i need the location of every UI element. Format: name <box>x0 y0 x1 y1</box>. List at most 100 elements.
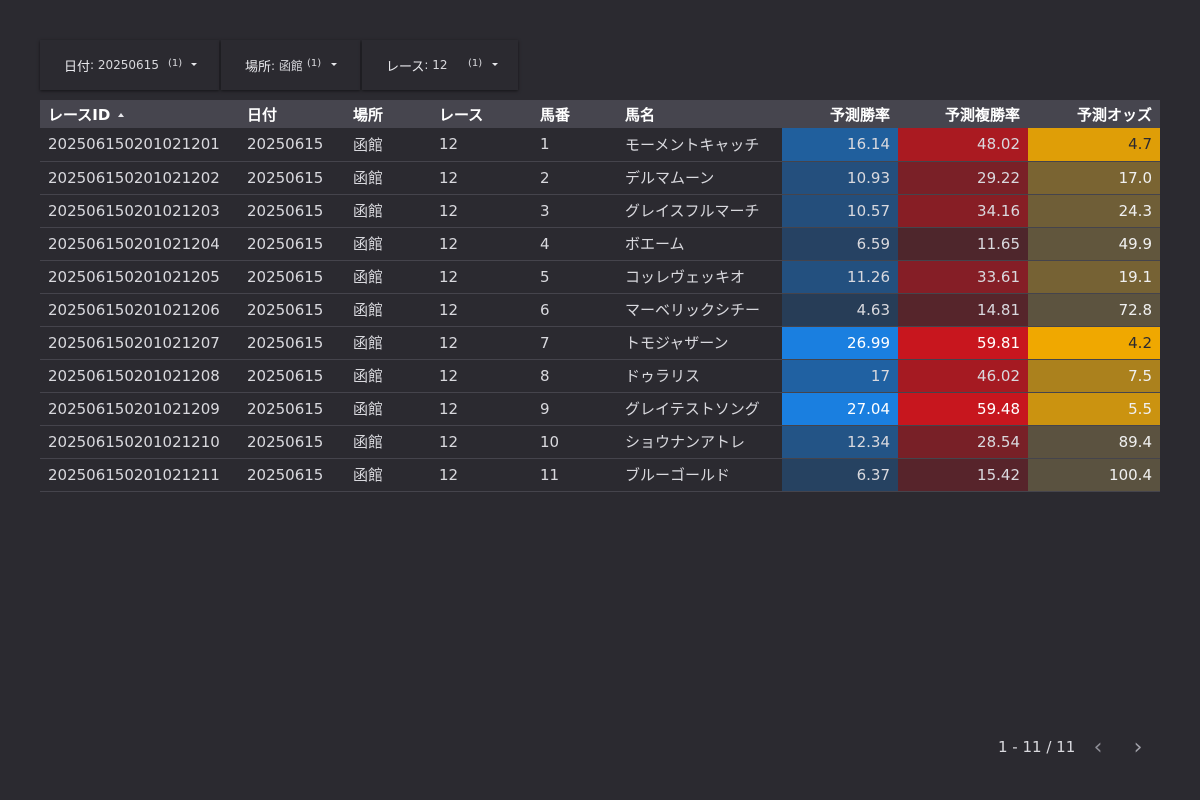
cell-date: 20250615 <box>247 432 324 451</box>
cell-race: 12 <box>439 465 459 484</box>
cell-date: 20250615 <box>247 267 324 286</box>
cell-place-rate: 28.54 <box>898 425 1028 458</box>
cell-place-rate: 59.81 <box>898 326 1028 359</box>
cell-horse-name: ドゥラリス <box>625 367 701 385</box>
table-header-row: レースID 日付 場所 レース 馬番 馬名 予測勝率 予測複勝率 予測オッズ <box>40 100 1160 128</box>
cell-place: 函館 <box>353 135 384 154</box>
cell-horse-number: 2 <box>540 168 550 187</box>
cell-race-id: 202506150201021207 <box>48 333 220 352</box>
cell-horse-name: ショウナンアトレ <box>625 433 746 451</box>
cell-horse-name: グレイテストソング <box>625 400 760 418</box>
cell-race-id: 202506150201021209 <box>48 399 220 418</box>
cell-win-rate: 10.93 <box>782 161 898 194</box>
cell-horse-number: 5 <box>540 267 550 286</box>
cell-race: 12 <box>439 333 459 352</box>
column-header-race-id[interactable]: レースID <box>40 100 239 128</box>
cell-race: 12 <box>439 201 459 220</box>
race-filter-value: : 12 <box>424 58 448 72</box>
cell-race-id: 202506150201021205 <box>48 267 220 286</box>
race-filter[interactable]: レース: 12 (1) <box>362 40 518 90</box>
cell-place-rate: 15.42 <box>898 458 1028 491</box>
table-row: 202506150201021209 20250615 函館 12 9 グレイテストソング… <box>40 392 1160 425</box>
cell-race-id: 202506150201021206 <box>48 300 220 319</box>
cell-race-id: 202506150201021201 <box>48 135 220 154</box>
column-header-date[interactable]: 日付 <box>239 100 345 128</box>
cell-place: 函館 <box>353 400 384 418</box>
filter-bar: 日付: 20250615 (1) 場所: 函館 (1) レース: 12 (1) <box>40 40 520 90</box>
table-row: 202506150201021207 20250615 函館 12 7 トモジャザーン 26… <box>40 326 1160 359</box>
cell-win-rate: 27.04 <box>782 392 898 425</box>
cell-win-rate: 10.57 <box>782 194 898 227</box>
cell-horse-name: ブルーゴールド <box>625 466 731 484</box>
cell-win-rate: 11.26 <box>782 260 898 293</box>
cell-win-rate: 16.14 <box>782 128 898 161</box>
cell-place: 函館 <box>353 169 384 187</box>
cell-horse-number: 10 <box>540 432 560 451</box>
cell-race: 12 <box>439 234 459 253</box>
cell-odds: 89.4 <box>1028 425 1160 458</box>
cell-win-rate: 26.99 <box>782 326 898 359</box>
cell-race: 12 <box>439 399 459 418</box>
cell-horse-number: 6 <box>540 300 550 319</box>
place-filter[interactable]: 場所: 函館 (1) <box>221 40 360 90</box>
race-filter-count: (1) <box>468 58 483 69</box>
cell-place-rate: 33.61 <box>898 260 1028 293</box>
next-page-icon[interactable]: › <box>1118 735 1158 760</box>
table-row: 202506150201021205 20250615 函館 12 5 コッレヴェッキオ 1… <box>40 260 1160 293</box>
cell-horse-number: 7 <box>540 333 550 352</box>
column-header-win-rate[interactable]: 予測勝率 <box>782 100 898 128</box>
place-filter-count: (1) <box>307 58 322 69</box>
cell-race: 12 <box>439 267 459 286</box>
column-header-horse-name[interactable]: 馬名 <box>617 100 782 128</box>
cell-race-id: 202506150201021210 <box>48 432 220 451</box>
cell-place-rate: 14.81 <box>898 293 1028 326</box>
prediction-table: レースID 日付 場所 レース 馬番 馬名 予測勝率 予測複勝率 予測オッズ 2… <box>40 100 1160 492</box>
cell-horse-name: ボエーム <box>625 235 685 253</box>
cell-horse-number: 8 <box>540 366 550 385</box>
column-header-odds[interactable]: 予測オッズ <box>1028 100 1160 128</box>
cell-date: 20250615 <box>247 399 324 418</box>
cell-place: 函館 <box>353 433 384 451</box>
cell-date: 20250615 <box>247 135 324 154</box>
date-filter[interactable]: 日付: 20250615 (1) <box>40 40 219 90</box>
cell-race: 12 <box>439 135 459 154</box>
cell-horse-number: 4 <box>540 234 550 253</box>
cell-date: 20250615 <box>247 234 324 253</box>
cell-date: 20250615 <box>247 168 324 187</box>
cell-place-rate: 48.02 <box>898 128 1028 161</box>
chevron-down-icon <box>191 63 197 66</box>
date-filter-label: 日付 <box>64 59 91 75</box>
cell-win-rate: 4.63 <box>782 293 898 326</box>
cell-place-rate: 59.48 <box>898 392 1028 425</box>
chevron-down-icon <box>331 63 337 66</box>
cell-race-id: 202506150201021208 <box>48 366 220 385</box>
table-row: 202506150201021202 20250615 函館 12 2 デルマムーン 10.… <box>40 161 1160 194</box>
cell-place: 函館 <box>353 466 384 484</box>
table-body: 202506150201021201 20250615 函館 12 1 モーメントキャッチ… <box>40 128 1160 491</box>
cell-place: 函館 <box>353 268 384 286</box>
column-header-race[interactable]: レース <box>431 100 532 128</box>
table-row: 202506150201021210 20250615 函館 12 10 ショウナンアトレ… <box>40 425 1160 458</box>
table-row: 202506150201021204 20250615 函館 12 4 ボエーム 6.59 1… <box>40 227 1160 260</box>
cell-race: 12 <box>439 168 459 187</box>
cell-place: 函館 <box>353 367 384 385</box>
column-header-place-rate[interactable]: 予測複勝率 <box>898 100 1028 128</box>
cell-date: 20250615 <box>247 465 324 484</box>
cell-win-rate: 6.37 <box>782 458 898 491</box>
cell-odds: 72.8 <box>1028 293 1160 326</box>
cell-place: 函館 <box>353 202 384 220</box>
previous-page-icon[interactable]: ‹ <box>1078 735 1118 760</box>
cell-odds: 7.5 <box>1028 359 1160 392</box>
cell-race-id: 202506150201021203 <box>48 201 220 220</box>
cell-race-id: 202506150201021202 <box>48 168 220 187</box>
cell-place-rate: 29.22 <box>898 161 1028 194</box>
cell-race-id: 202506150201021204 <box>48 234 220 253</box>
column-header-place[interactable]: 場所 <box>345 100 431 128</box>
cell-odds: 4.2 <box>1028 326 1160 359</box>
pagination: 1 - 11 / 11 ‹ › <box>998 735 1158 760</box>
pagination-label: 1 - 11 / 11 <box>998 738 1076 756</box>
place-filter-label: 場所 <box>245 59 272 75</box>
cell-win-rate: 12.34 <box>782 425 898 458</box>
cell-place: 函館 <box>353 235 384 253</box>
column-header-horse-number[interactable]: 馬番 <box>532 100 617 128</box>
